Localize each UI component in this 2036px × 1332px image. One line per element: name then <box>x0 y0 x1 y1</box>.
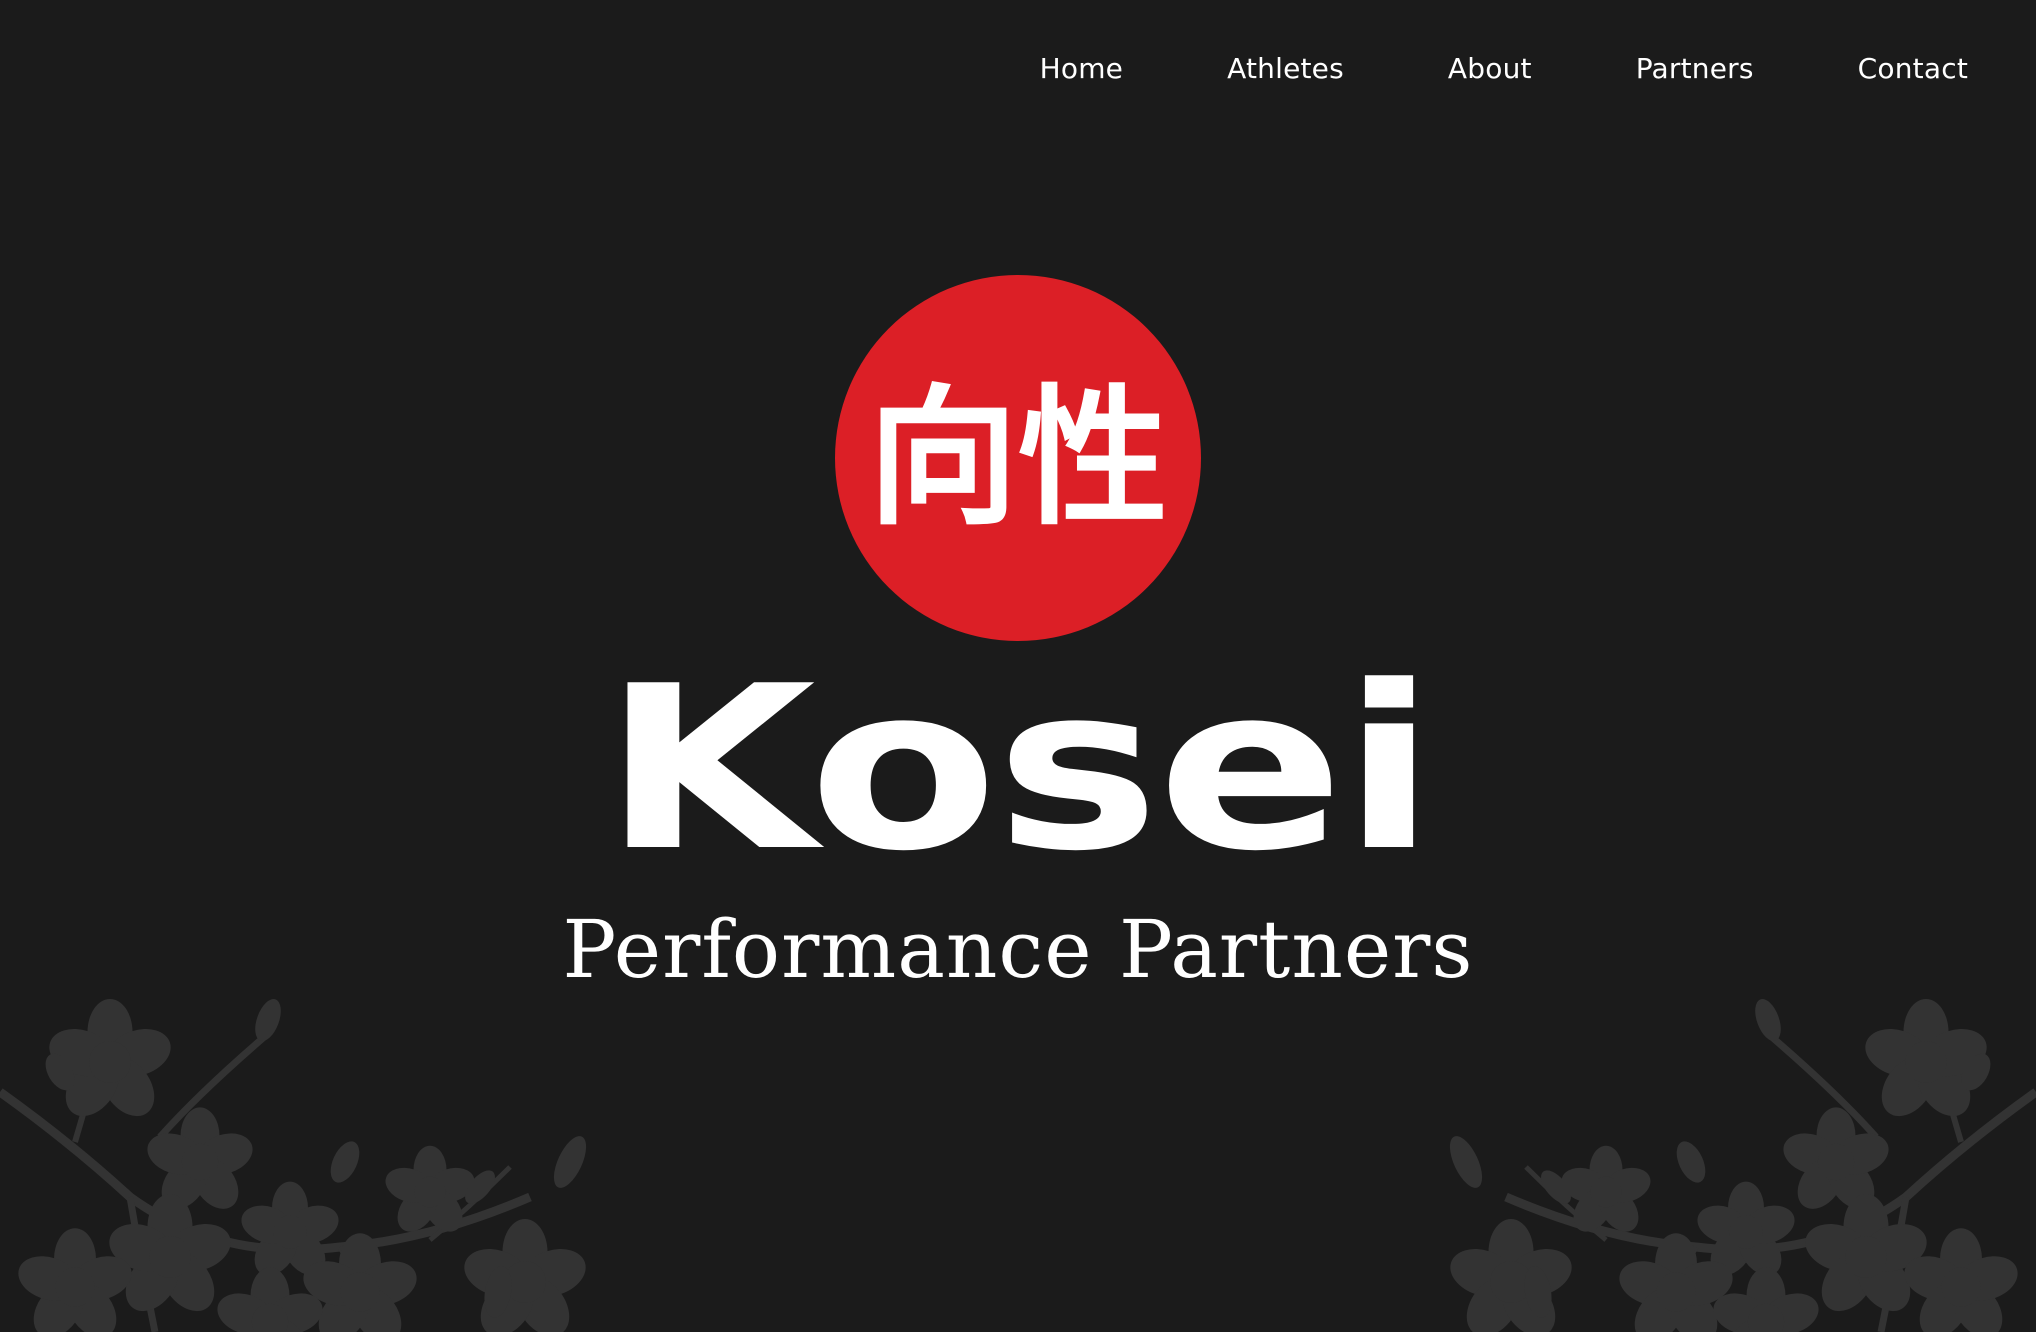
brand-tagline: Performance Partners <box>562 903 1474 996</box>
nav-link-about[interactable]: About <box>1396 52 1584 85</box>
cherry-blossom-left-icon <box>0 998 592 1332</box>
nav-link-partners[interactable]: Partners <box>1584 52 1806 85</box>
logo-kanji-text: 向性 <box>868 372 1168 546</box>
nav-link-contact[interactable]: Contact <box>1806 52 2036 85</box>
logo-kanji: 向性 <box>868 372 1168 546</box>
brand-name: Kosei <box>602 638 1436 901</box>
main-nav: Home Athletes About Partners Contact <box>988 0 2036 136</box>
nav-link-athletes[interactable]: Athletes <box>1175 52 1396 85</box>
cherry-blossom-right-icon <box>1444 998 2036 1332</box>
nav-link-home[interactable]: Home <box>988 52 1176 85</box>
